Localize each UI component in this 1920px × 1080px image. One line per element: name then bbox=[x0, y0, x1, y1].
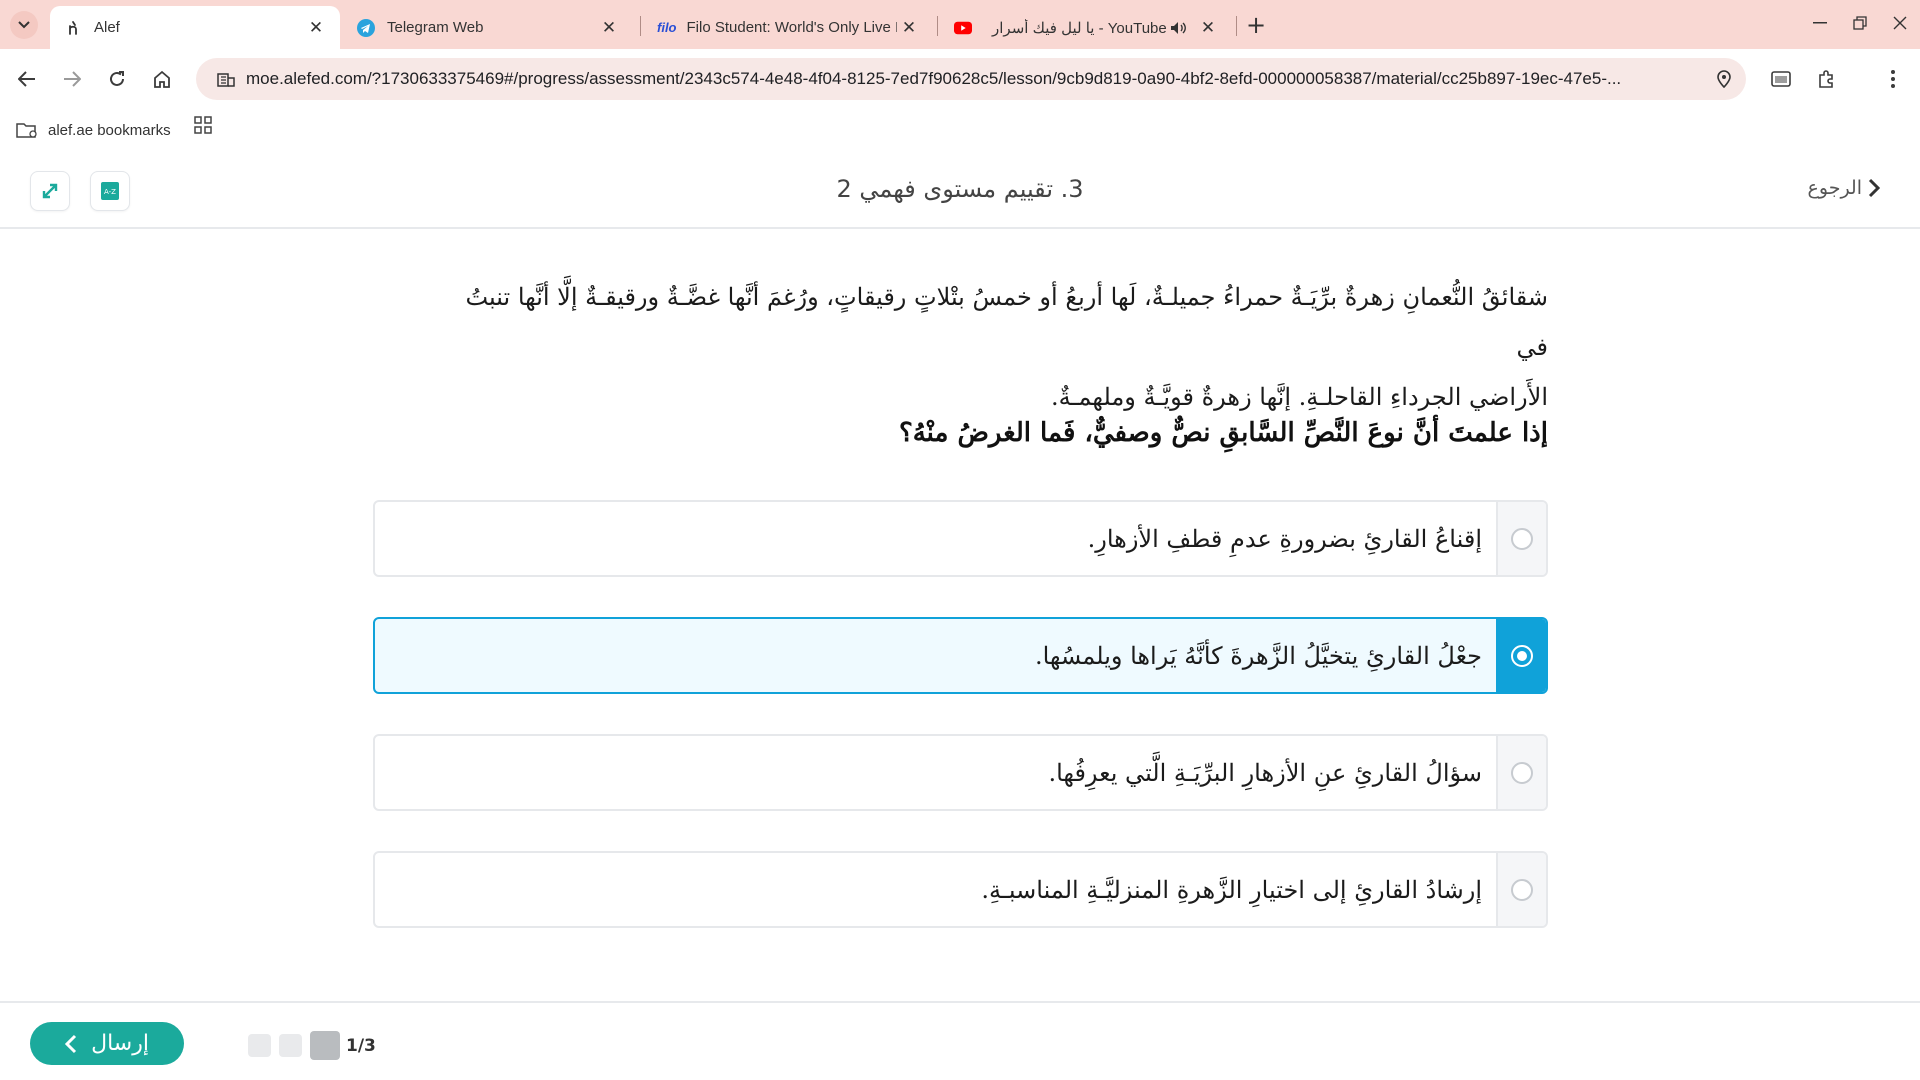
option-text: إقناعُ القارئِ بضرورةِ عدمِ قطفِ الأزهار… bbox=[1087, 524, 1482, 553]
close-tab-icon[interactable]: ✕ bbox=[897, 16, 921, 40]
answer-option-3[interactable]: سؤالُ القارئِ عنِ الأزهارِ البرِّيَـةِ ا… bbox=[373, 734, 1548, 811]
browser-menu-button[interactable] bbox=[1876, 62, 1910, 96]
dictionary-icon: A-Z bbox=[101, 182, 119, 200]
tab-separator bbox=[937, 16, 938, 36]
arrow-left-icon bbox=[18, 71, 35, 87]
answer-option-2[interactable]: جعْلُ القارئِ يتخيَّلُ الزَّهرةَ كأنَّهُ… bbox=[373, 617, 1548, 694]
tab-alef[interactable]: Alef ✕ bbox=[50, 6, 340, 49]
lesson-header: A-Z 3. تقييم مستوى فهمي 2 الرجوع bbox=[0, 151, 1920, 229]
tab-filo[interactable]: filo Filo Student: World's Only Live I ✕ bbox=[643, 6, 933, 49]
page-indicator[interactable] bbox=[279, 1034, 302, 1057]
extensions-button[interactable] bbox=[1810, 62, 1844, 96]
close-icon bbox=[1893, 16, 1907, 30]
bookmarks-bar: alef.ae bookmarks bbox=[0, 109, 1920, 151]
url-text[interactable]: moe.alefed.com/?1730633375469#/progress/… bbox=[246, 69, 1702, 89]
home-button[interactable] bbox=[145, 62, 179, 96]
radio-button[interactable] bbox=[1511, 761, 1533, 784]
tab-title: Alef bbox=[94, 19, 120, 36]
new-tab-button[interactable]: + bbox=[1242, 11, 1270, 39]
youtube-icon bbox=[954, 19, 972, 37]
svg-text:A-Z: A-Z bbox=[104, 188, 116, 196]
tab-youtube[interactable]: YouTube - يا ليل فيك أسرار ✕ bbox=[940, 6, 1232, 49]
question-pager: 1/3 bbox=[248, 1031, 376, 1060]
submit-button[interactable]: إرسال bbox=[30, 1022, 184, 1065]
radio-button[interactable] bbox=[1511, 878, 1533, 901]
home-icon bbox=[154, 70, 170, 88]
window-close-button[interactable] bbox=[1880, 8, 1920, 38]
radio-button-selected[interactable] bbox=[1511, 644, 1533, 667]
close-tab-icon[interactable]: ✕ bbox=[597, 16, 621, 40]
more-vertical-icon bbox=[1891, 70, 1895, 88]
folder-icon bbox=[16, 122, 38, 138]
alef-favicon-icon bbox=[64, 19, 82, 37]
forward-nav-button[interactable] bbox=[55, 62, 89, 96]
page-title: 3. تقييم مستوى فهمي 2 bbox=[836, 175, 1084, 203]
telegram-icon bbox=[357, 18, 375, 37]
close-tab-icon[interactable]: ✕ bbox=[304, 16, 328, 40]
back-label: الرجوع bbox=[1807, 177, 1862, 199]
restore-icon bbox=[1853, 16, 1867, 30]
arrow-right-icon bbox=[64, 71, 81, 87]
reading-passage: شقائقُ النُّعمانِ زهرةٌ برِّيَـةٌ حمراءُ… bbox=[430, 272, 1548, 422]
restore-button[interactable] bbox=[1840, 8, 1880, 38]
audio-playing-icon[interactable] bbox=[1170, 21, 1186, 35]
radio-cell[interactable] bbox=[1496, 502, 1546, 575]
tab-telegram[interactable]: Telegram Web ✕ bbox=[343, 6, 633, 49]
back-nav-button[interactable] bbox=[10, 62, 44, 96]
minimize-icon bbox=[1813, 22, 1827, 24]
glossary-button[interactable]: A-Z bbox=[90, 171, 130, 211]
page-indicator-current[interactable] bbox=[310, 1031, 340, 1060]
tab-search-button[interactable] bbox=[10, 11, 38, 39]
address-bar[interactable]: moe.alefed.com/?1730633375469#/progress/… bbox=[196, 58, 1746, 100]
question-text: إذا علمتَ أنَّ نوعَ النَّصِّ السَّابقِ ن… bbox=[898, 418, 1548, 448]
radio-button[interactable] bbox=[1511, 527, 1533, 550]
reload-icon bbox=[110, 71, 124, 86]
cast-icon bbox=[1771, 71, 1791, 87]
browser-tab-bar: Alef ✕ Telegram Web ✕ filo Filo Student:… bbox=[0, 0, 1920, 49]
answer-option-4[interactable]: إرشادُ القارئِ إلى اختيارِ الزَّهرةِ الم… bbox=[373, 851, 1548, 928]
browser-toolbar: moe.alefed.com/?1730633375469#/progress/… bbox=[0, 49, 1920, 109]
fullscreen-button[interactable] bbox=[30, 171, 70, 211]
radio-cell[interactable] bbox=[1496, 619, 1546, 692]
tab-title: Filo Student: World's Only Live I bbox=[686, 19, 898, 36]
location-icon[interactable] bbox=[1702, 70, 1746, 88]
grid-icon bbox=[194, 116, 212, 134]
radio-cell[interactable] bbox=[1496, 853, 1546, 926]
passage-line: شقائقُ النُّعمانِ زهرةٌ برِّيَـةٌ حمراءُ… bbox=[465, 283, 1548, 361]
expand-icon bbox=[42, 183, 58, 199]
apps-grid-button[interactable] bbox=[190, 112, 216, 138]
reload-button[interactable] bbox=[100, 62, 134, 96]
tab-separator bbox=[640, 16, 641, 36]
answer-option-1[interactable]: إقناعُ القارئِ بضرورةِ عدمِ قطفِ الأزهار… bbox=[373, 500, 1548, 577]
option-text: جعْلُ القارئِ يتخيَّلُ الزَّهرةَ كأنَّهُ… bbox=[1034, 641, 1482, 670]
bookmark-folder[interactable]: alef.ae bookmarks bbox=[16, 116, 171, 144]
filo-icon: filo bbox=[657, 20, 677, 35]
minimize-button[interactable] bbox=[1800, 8, 1840, 38]
assessment-footer: إرسال 1/3 bbox=[0, 1001, 1920, 1080]
bookmark-label: alef.ae bookmarks bbox=[48, 121, 171, 139]
option-text: إرشادُ القارئِ إلى اختيارِ الزَّهرةِ الم… bbox=[981, 875, 1482, 904]
page-indicator[interactable] bbox=[248, 1034, 271, 1057]
back-button[interactable]: الرجوع bbox=[1808, 177, 1880, 199]
submit-label: إرسال bbox=[91, 1031, 149, 1056]
page-count: 1/3 bbox=[346, 1035, 376, 1056]
passage-line: الأَراضي الجرداءِ القاحلـةِ. إنَّها زهرة… bbox=[1051, 383, 1548, 411]
cast-button[interactable] bbox=[1764, 62, 1798, 96]
tab-separator bbox=[1236, 16, 1237, 36]
puzzle-icon bbox=[1819, 70, 1833, 88]
site-info-icon[interactable] bbox=[206, 71, 246, 87]
option-text: سؤالُ القارئِ عنِ الأزهارِ البرِّيَـةِ ا… bbox=[1048, 758, 1482, 787]
chevron-left-icon bbox=[65, 1034, 77, 1054]
chevron-right-icon bbox=[1868, 178, 1880, 198]
tab-title: YouTube - يا ليل فيك أسرار bbox=[992, 19, 1167, 37]
radio-cell[interactable] bbox=[1496, 736, 1546, 809]
tab-title: Telegram Web bbox=[387, 19, 484, 36]
close-tab-icon[interactable]: ✕ bbox=[1196, 16, 1220, 40]
chevron-down-icon bbox=[18, 21, 30, 29]
